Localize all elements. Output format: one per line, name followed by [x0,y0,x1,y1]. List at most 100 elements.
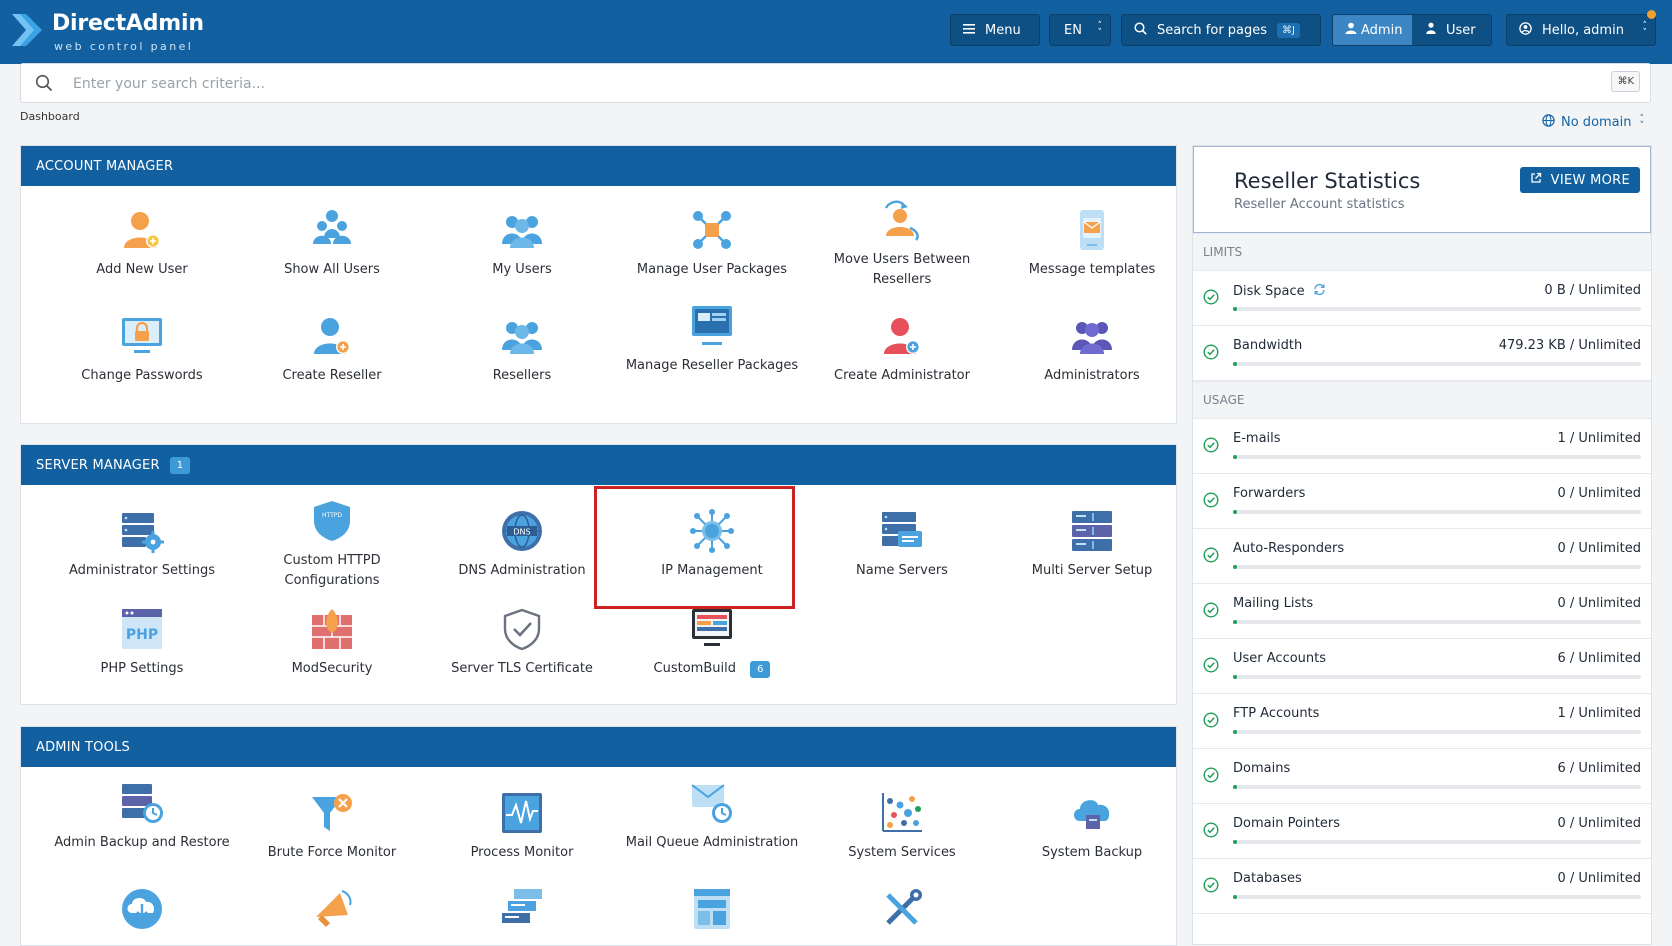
stat-value: 479.23 KB / Unlimited [1498,338,1641,353]
stat-name-text: Mailing Lists [1233,596,1314,611]
global-search-bar: ⌘K [20,63,1651,103]
tile-label: Multi Server Setup [1031,563,1153,578]
move-users-between-resellers-tile[interactable]: Move Users Between Resellers [807,198,997,290]
add-new-user-tile[interactable]: Add New User [47,208,237,280]
account-menu-button[interactable]: Hello, admin ˄ ˅ [1506,14,1656,46]
account-manager-header: ACCOUNT MANAGER [21,146,1176,186]
tile-label: System Backup [1041,845,1143,860]
global-search-input[interactable] [71,72,1525,96]
name-servers-tile[interactable]: Name Servers [807,509,997,581]
domain-chevron-icon: ˄ ˅ [1639,113,1645,131]
hamburger-icon [963,23,975,38]
httpd-shield-icon: HTTPD [314,501,350,541]
stat-row: Databases 0 / Unlimited [1193,859,1651,914]
stat-row: E-mails 1 / Unlimited [1193,419,1651,474]
server-tls-certificate-tile[interactable]: Server TLS Certificate [427,607,617,679]
admin-settings-icon [122,513,164,553]
layout-window-icon [694,889,730,929]
stat-row: Forwarders 0 / Unlimited [1193,474,1651,529]
administrators-tile[interactable]: Administrators [997,314,1187,386]
brute-force-monitor-tile[interactable]: Brute Force Monitor [237,791,427,863]
stat-name-text: Databases [1233,871,1302,886]
manage-reseller-packages-tile[interactable]: Manage Reseller Packages [617,304,807,376]
dns-administration-tile[interactable]: DNS DNS Administration [427,509,617,581]
check-circle-icon [1203,437,1219,457]
admin-tools-header: ADMIN TOOLS [21,727,1176,767]
pulse-monitor-icon [502,793,542,833]
system-backup-tile[interactable]: System Backup [997,791,1187,863]
account-manager-panel: ACCOUNT MANAGER Add New User Show All Us… [20,145,1177,424]
system-services-icon [882,793,922,832]
stat-row: User Accounts 6 / Unlimited [1193,639,1651,694]
tile-label: Create Administrator [834,368,970,383]
stat-name-text: Disk Space [1233,284,1305,299]
user-mode-button[interactable]: User [1412,15,1491,45]
directadmin-logo[interactable]: DirectAdmin web control panel [10,10,230,54]
announcement-tile[interactable] [237,887,427,939]
notification-dot [1647,10,1656,19]
usage-section-label: USAGE [1193,381,1651,419]
multi-server-setup-tile[interactable]: Multi Server Setup [997,509,1187,581]
usage-progress-fill [1233,785,1237,789]
stat-name-text: Domain Pointers [1233,816,1340,831]
page-search-button[interactable]: Search for pages ⌘J [1121,14,1321,46]
tools-tile[interactable] [807,887,997,939]
create-admin-icon [884,318,920,354]
system-services-tile[interactable]: System Services [807,791,997,863]
php-settings-tile[interactable]: PHP PHP Settings [47,607,237,679]
top-navigation-bar: DirectAdmin web control panel Menu EN ˄ ˅… [0,0,1672,64]
page-search-label: Search for pages [1157,22,1268,38]
create-administrator-tile[interactable]: Create Administrator [807,314,997,386]
process-monitor-tile[interactable]: Process Monitor [427,791,617,863]
manage-user-packages-tile[interactable]: Manage User Packages [617,208,807,280]
admin-mode-button[interactable]: Admin [1333,15,1412,45]
tile-label: Mail Queue Administration [625,835,799,850]
check-circle-icon [1203,767,1219,787]
admin-backup-and-restore-tile[interactable]: Admin Backup and Restore [47,781,237,853]
search-icon [35,74,53,96]
resellers-tile[interactable]: Resellers [427,314,617,386]
tile-label: CustomBuild [653,661,736,676]
check-circle-icon [1203,289,1219,309]
restore-download-tile[interactable] [47,887,237,939]
menu-button[interactable]: Menu [950,14,1040,46]
tile-label: Change Passwords [81,368,203,383]
greeting-label: Hello, admin [1542,22,1624,38]
custombuild-tile[interactable]: CustomBuild 6 [617,607,807,680]
modsecurity-tile[interactable]: ModSecurity [237,607,427,679]
show-all-users-tile[interactable]: Show All Users [237,208,427,280]
breadcrumb[interactable]: Dashboard [20,110,80,123]
check-circle-icon [1203,492,1219,512]
file-list-tile[interactable] [427,887,617,939]
domain-selector[interactable]: No domain ˄ ˅ [1542,114,1644,131]
language-select[interactable]: EN ˄ ˅ [1049,14,1111,46]
global-search-shortcut: ⌘K [1611,71,1640,92]
message-templates-tile[interactable]: Message templates [997,208,1187,280]
change-passwords-tile[interactable]: Change Passwords [47,314,237,386]
stat-name: Databases [1233,871,1302,886]
stat-name: Mailing Lists [1233,596,1313,611]
administrator-settings-tile[interactable]: Administrator Settings [47,509,237,581]
my-users-tile[interactable]: My Users [427,208,617,280]
tile-label: Add New User [96,262,188,277]
usage-progress-fill [1233,565,1237,569]
tile-label: Administrators [1044,368,1140,383]
layout-editor-tile[interactable] [617,887,807,939]
move-users-icon [884,200,919,241]
mail-queue-administration-tile[interactable]: Mail Queue Administration [617,781,807,853]
create-reseller-tile[interactable]: Create Reseller [237,314,427,386]
view-more-button[interactable]: VIEW MORE [1520,167,1640,193]
server-manager-title: SERVER MANAGER [36,457,160,473]
tile-label: System Services [848,845,956,860]
stat-value: 0 / Unlimited [1557,816,1641,831]
stat-name: Forwarders [1233,486,1305,501]
stat-name-text: Forwarders [1233,486,1306,501]
tile-label: Custom HTTPD Configurations [283,553,381,588]
account-circle-icon [1519,21,1532,39]
usage-progress-bar [1233,565,1641,569]
refresh-icon[interactable] [1313,283,1326,300]
domain-selector-label: No domain [1561,115,1632,130]
custom-httpd-configurations-tile[interactable]: HTTPD Custom HTTPD Configurations [237,499,427,591]
stat-name: Bandwidth [1233,338,1302,353]
user-mode-label: User [1445,22,1476,38]
